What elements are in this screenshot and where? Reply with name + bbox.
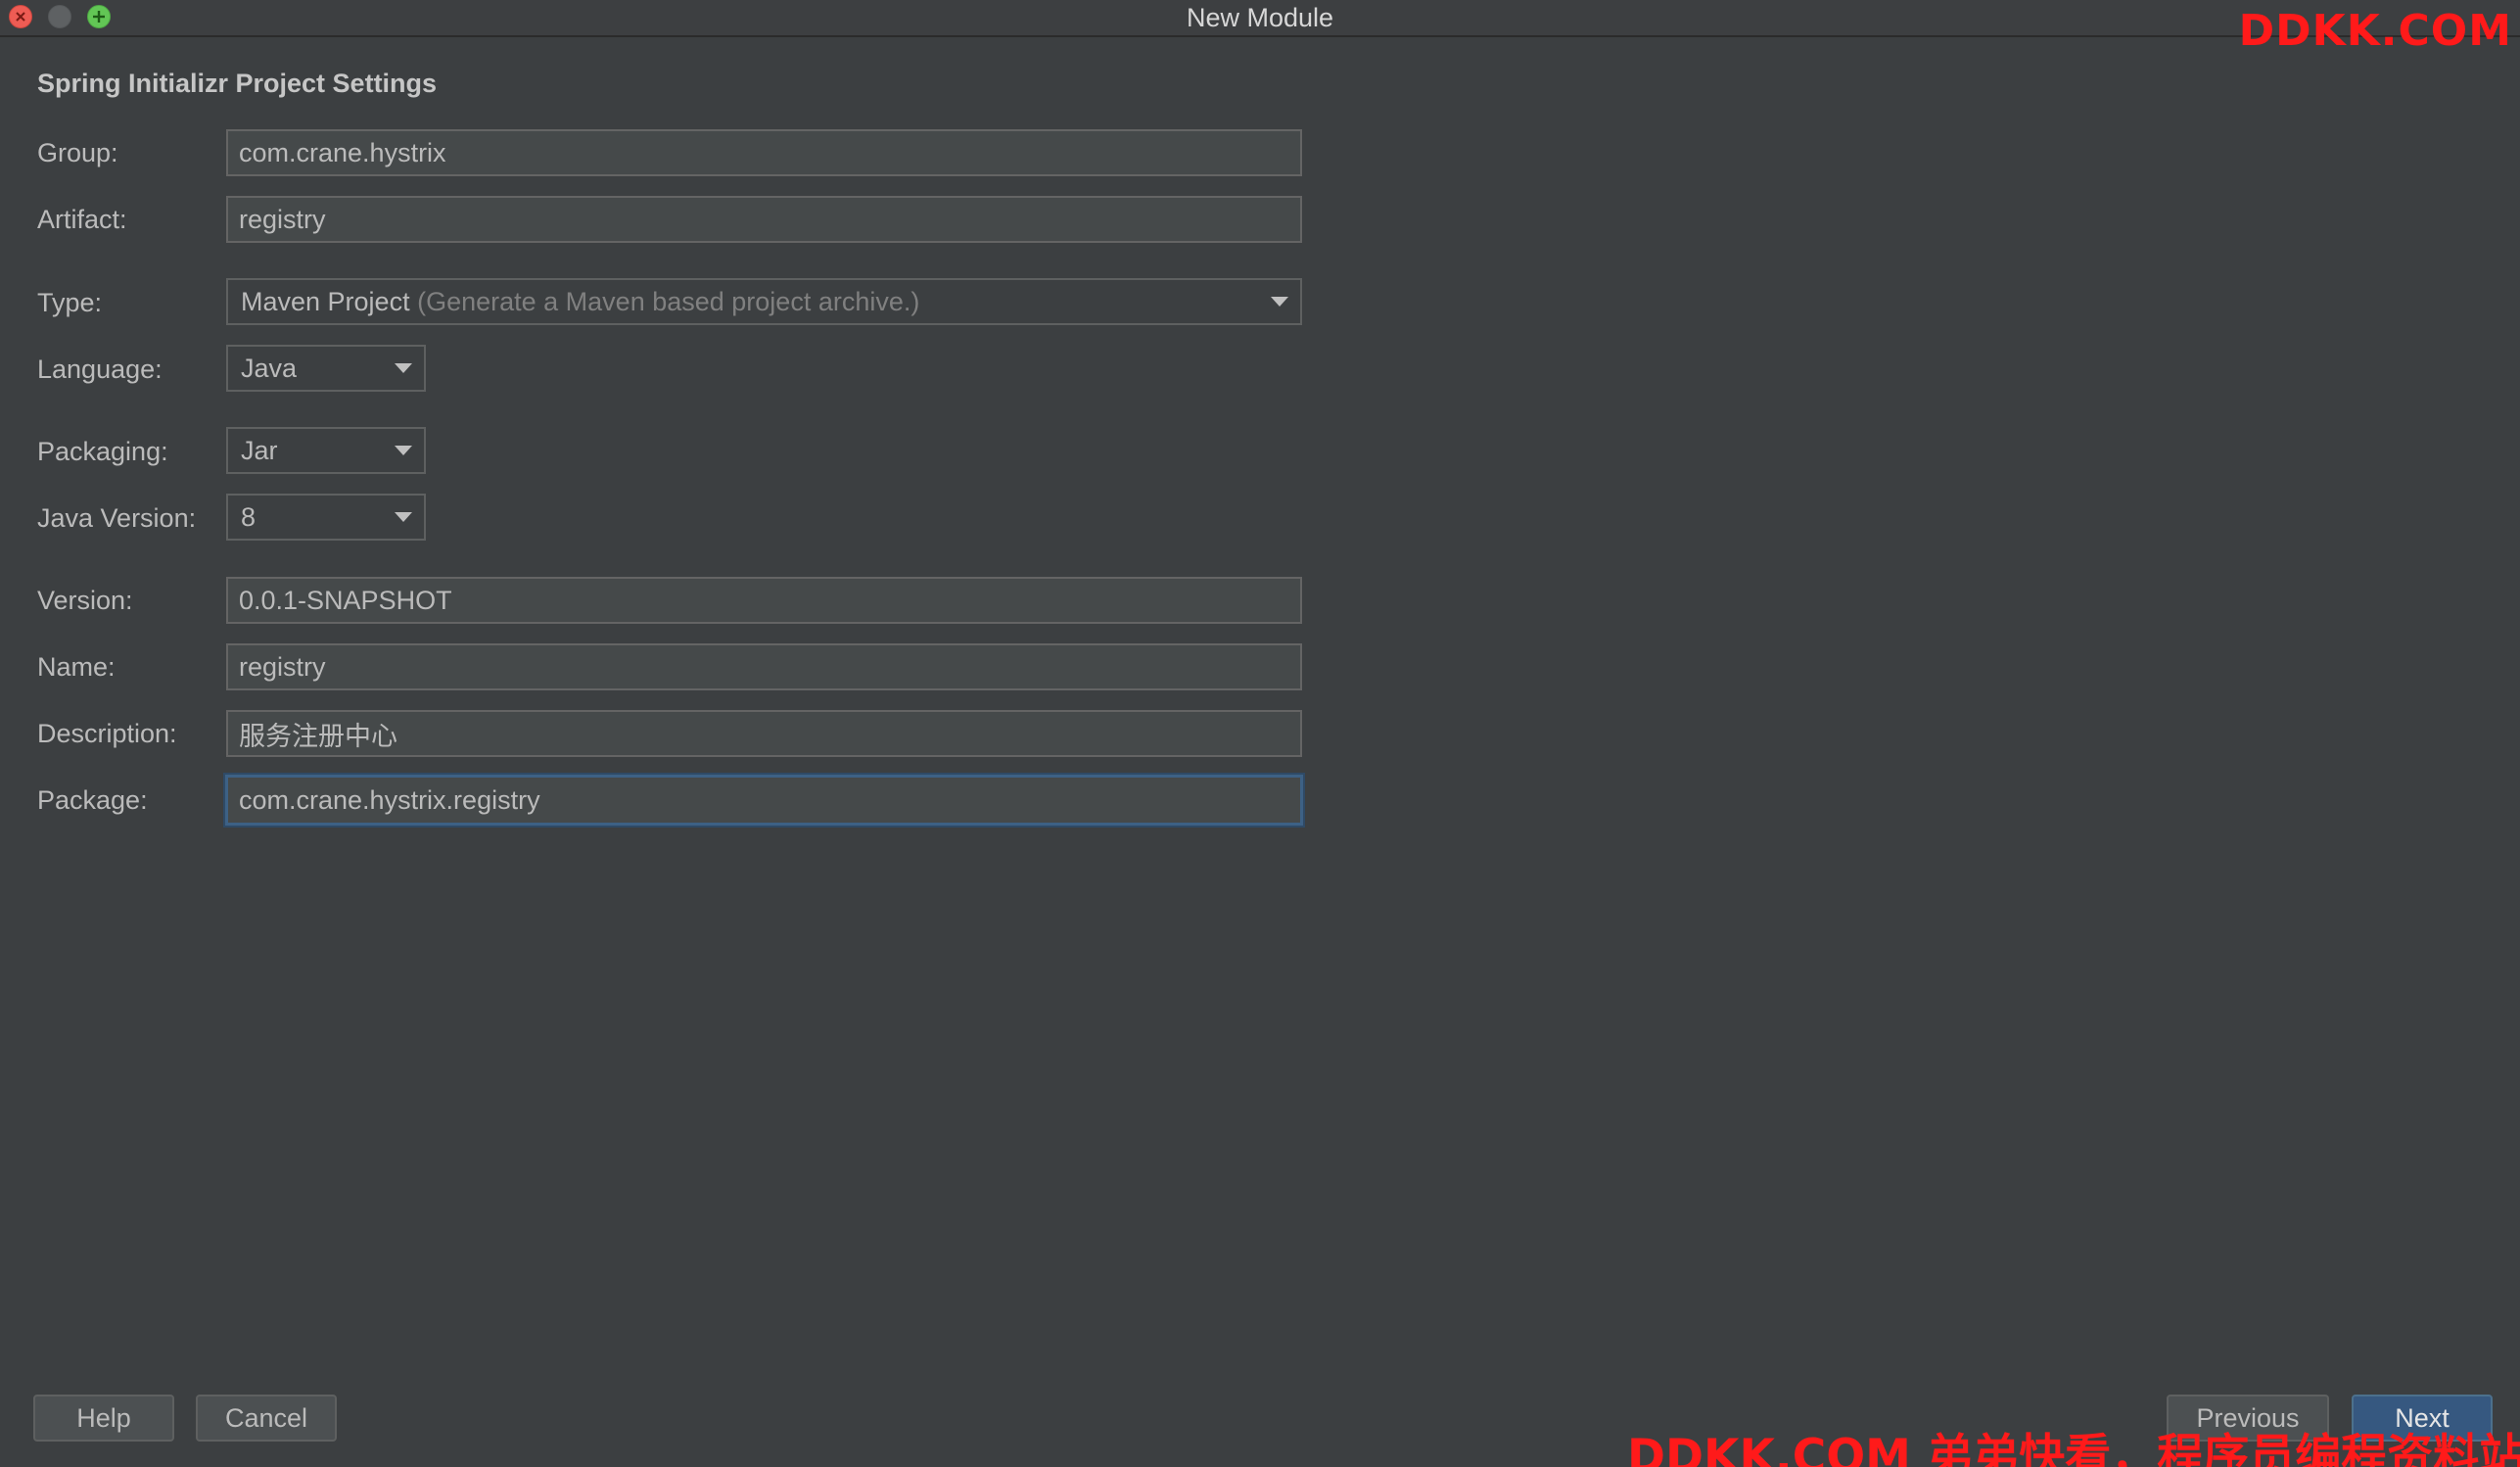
java-version-label: Java Version: xyxy=(37,503,197,533)
chevron-down-icon xyxy=(395,512,412,522)
new-module-dialog: New Module DDKK.COM Spring Initializr Pr… xyxy=(0,0,2520,1467)
package-label: Package: xyxy=(37,785,148,815)
language-value: Java xyxy=(241,354,298,383)
language-dropdown[interactable]: Java xyxy=(226,345,426,392)
title-bar: New Module xyxy=(0,0,2520,37)
chevron-down-icon xyxy=(1271,297,1288,307)
watermark-top: DDKK.COM xyxy=(2238,6,2512,56)
artifact-field[interactable] xyxy=(226,196,1302,243)
packaging-value: Jar xyxy=(241,436,278,465)
type-value: Maven Project xyxy=(241,287,410,316)
section-title: Spring Initializr Project Settings xyxy=(37,69,438,98)
package-field[interactable] xyxy=(225,775,1303,826)
type-dropdown[interactable]: Maven Project (Generate a Maven based pr… xyxy=(226,278,1302,325)
packaging-dropdown[interactable]: Jar xyxy=(226,427,426,474)
packaging-label: Packaging: xyxy=(37,437,168,466)
watermark-bottom: DDKK.COM 弟弟快看，程序员编程资料站 xyxy=(1627,1430,2520,1467)
description-field[interactable] xyxy=(226,710,1302,757)
java-version-dropdown[interactable]: 8 xyxy=(226,494,426,541)
type-hint: (Generate a Maven based project archive.… xyxy=(417,287,920,316)
version-field[interactable] xyxy=(226,577,1302,624)
cancel-button[interactable]: Cancel xyxy=(196,1395,337,1442)
name-field[interactable] xyxy=(226,643,1302,690)
type-label: Type: xyxy=(37,288,103,317)
group-field[interactable] xyxy=(226,129,1302,176)
group-label: Group: xyxy=(37,138,118,167)
description-label: Description: xyxy=(37,719,177,748)
artifact-label: Artifact: xyxy=(37,205,127,234)
language-label: Language: xyxy=(37,355,163,384)
chevron-down-icon xyxy=(395,363,412,373)
java-version-value: 8 xyxy=(241,502,257,532)
window-title: New Module xyxy=(1186,3,1334,32)
name-label: Name: xyxy=(37,652,116,682)
help-button[interactable]: Help xyxy=(33,1395,174,1442)
version-label: Version: xyxy=(37,586,133,615)
chevron-down-icon xyxy=(395,446,412,455)
